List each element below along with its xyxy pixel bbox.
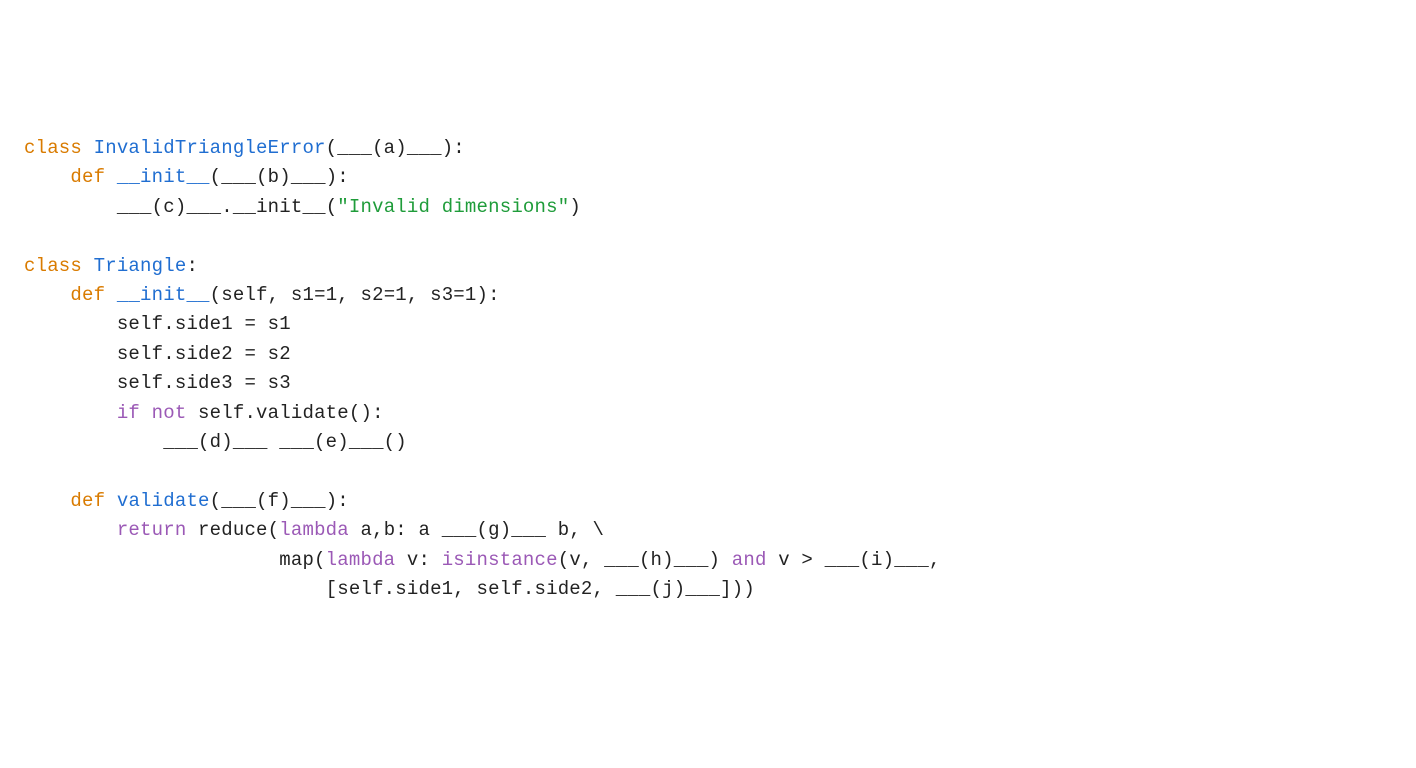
line-15: map(lambda v: isinstance(v, ___(h)___) a… [24,549,941,571]
line-tail: : [186,255,198,277]
indent [24,578,326,600]
indent [24,549,279,571]
class-name: Triangle [94,255,187,277]
keyword-def: def [70,166,116,188]
params: (___(f)___): [210,490,349,512]
line-9: self.side3 = s3 [24,372,291,394]
list-literal: [self.side1, self.side2, ___(j)___])) [326,578,755,600]
keyword-return: return [117,519,198,541]
call-reduce: reduce( [198,519,279,541]
line-8: self.side2 = s2 [24,343,291,365]
v-gt: v > ___(i)___, [778,549,940,571]
line-tail: (___(a)___): [326,137,465,159]
paren: ) [569,196,581,218]
keyword-lambda: lambda [279,519,360,541]
indent [24,402,117,424]
keyword-def: def [70,490,116,512]
lambda-v: v: [407,549,442,571]
line-11: ___(d)___ ___(e)___() [24,431,407,453]
keyword-lambda: lambda [326,549,407,571]
line-10: if not self.validate(): [24,402,384,424]
indent [24,196,117,218]
call: __init__ [233,196,326,218]
class-name: InvalidTriangleError [94,137,326,159]
method-name: __init__ [117,166,210,188]
pre: ___(c)___. [117,196,233,218]
code-block: class InvalidTriangleError(___(a)___): d… [24,134,1392,605]
line-1: class InvalidTriangleError(___(a)___): [24,137,465,159]
indent [24,284,70,306]
statement: self.side3 = s3 [117,372,291,394]
expr: self.validate(): [198,402,384,424]
params: (self, s1=1, s2=1, s3=1): [210,284,500,306]
indent [24,372,117,394]
indent [24,313,117,335]
line-5: class Triangle: [24,255,198,277]
indent [24,490,70,512]
line-2: def __init__(___(b)___): [24,166,349,188]
line-tail: (___(b)___): [210,166,349,188]
statement: ___(d)___ ___(e)___() [163,431,407,453]
keyword-class: class [24,255,94,277]
line-16: [self.side1, self.side2, ___(j)___])) [24,578,755,600]
line-3: ___(c)___.__init__("Invalid dimensions") [24,196,581,218]
lambda-body: a,b: a ___(g)___ b, \ [360,519,604,541]
method-name: __init__ [117,284,210,306]
line-13: def validate(___(f)___): [24,490,349,512]
line-6: def __init__(self, s1=1, s2=1, s3=1): [24,284,500,306]
after-isinstance: (v, ___(h)___) [558,549,732,571]
keyword-def: def [70,284,116,306]
indent [24,343,117,365]
statement: self.side1 = s1 [117,313,291,335]
indent [24,519,117,541]
indent [24,166,70,188]
keyword-class: class [24,137,94,159]
method-name: validate [117,490,210,512]
keyword-if-not: if not [117,402,198,424]
statement: self.side2 = s2 [117,343,291,365]
line-7: self.side1 = s1 [24,313,291,335]
line-14: return reduce(lambda a,b: a ___(g)___ b,… [24,519,604,541]
keyword-and: and [732,549,778,571]
indent [24,431,163,453]
keyword-isinstance: isinstance [442,549,558,571]
string-literal: "Invalid dimensions" [337,196,569,218]
call-map: map( [279,549,325,571]
paren: ( [326,196,338,218]
